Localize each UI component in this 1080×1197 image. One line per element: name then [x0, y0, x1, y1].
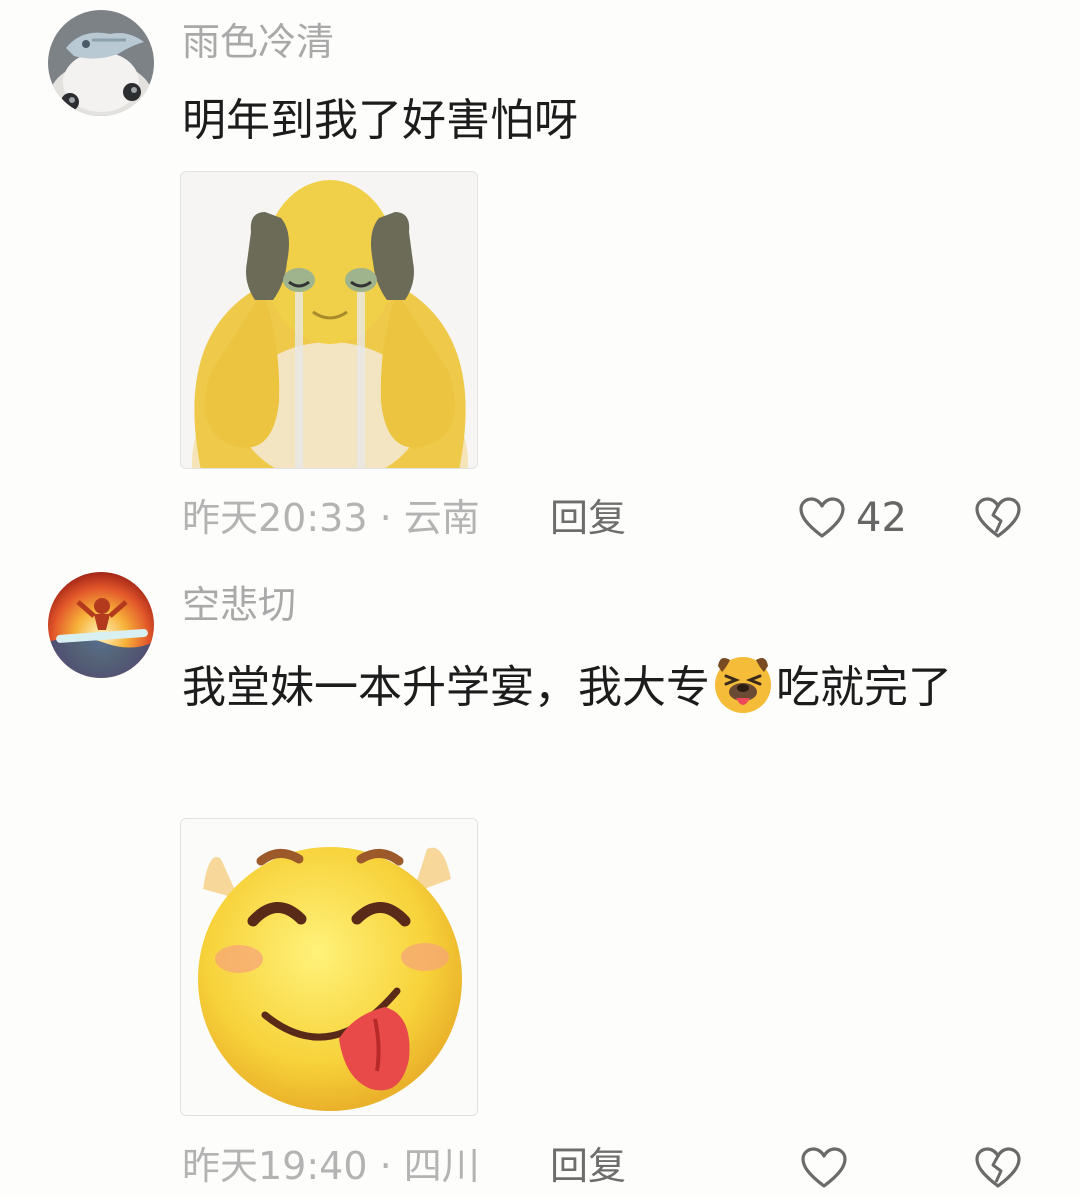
comment-time: 昨天20:33 [182, 496, 368, 540]
surfer-avatar-image [48, 572, 154, 678]
username[interactable]: 空悲切 [182, 582, 296, 628]
username[interactable]: 雨色冷清 [182, 19, 334, 65]
broken-heart-icon [975, 497, 1021, 538]
heart-outline-icon [801, 1147, 847, 1188]
broken-heart-icon [975, 1147, 1021, 1188]
comment-text-part: 我堂妹一本升学宴，我大专 [182, 662, 710, 713]
reply-button[interactable]: 回复 [550, 494, 626, 542]
comment-meta: 昨天19:40 · 四川 [182, 1142, 480, 1190]
like-button[interactable] [800, 1144, 848, 1192]
cat-avatar-image [48, 10, 154, 116]
comment-text-part: 吃就完了 [776, 662, 952, 713]
comment-time: 昨天19:40 [182, 1144, 368, 1188]
meta-separator: · [379, 496, 392, 540]
comment-location: 云南 [403, 496, 480, 540]
smiling-sticker-image [181, 819, 477, 1115]
comment-image[interactable] [180, 171, 478, 469]
comment-item: 空悲切 我堂妹一本升学宴，我大专 吃就完了 昨天19:40 · 四川 回复 [0, 560, 1080, 1197]
like-count: 42 [856, 495, 907, 541]
comment-item: 雨色冷清 明年到我了好害怕呀 昨天20:33 · 云南 回复 42 [0, 0, 1080, 560]
heart-outline-icon [799, 497, 845, 538]
dislike-button[interactable] [974, 494, 1022, 542]
comment-location: 四川 [403, 1144, 480, 1188]
comment-image[interactable] [180, 818, 478, 1116]
dislike-button[interactable] [974, 1144, 1022, 1192]
comment-text: 我堂妹一本升学宴，我大专 吃就完了 [182, 650, 1032, 721]
avatar[interactable] [48, 572, 154, 678]
crying-sticker-image [181, 172, 477, 468]
dog-tongue-emoji-icon [710, 650, 776, 716]
like-button[interactable]: 42 [798, 494, 907, 542]
meta-separator: · [379, 1144, 392, 1188]
avatar[interactable] [48, 10, 154, 116]
reply-button[interactable]: 回复 [550, 1142, 626, 1190]
comment-text: 明年到我了好害怕呀 [182, 95, 578, 146]
comment-meta: 昨天20:33 · 云南 [182, 494, 480, 542]
